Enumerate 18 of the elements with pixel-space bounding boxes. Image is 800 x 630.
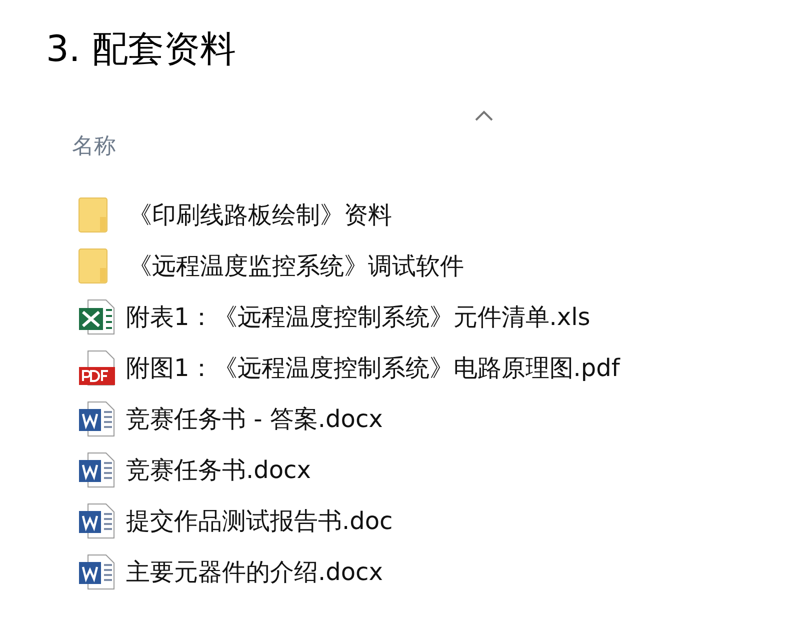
word-document-icon: [78, 452, 116, 488]
file-name[interactable]: 竞赛任务书 - 答案.docx: [126, 403, 383, 435]
word-document-icon: [78, 401, 116, 437]
file-name[interactable]: 主要元器件的介绍.docx: [126, 556, 383, 588]
word-document-icon: [78, 554, 116, 590]
pdf-file-icon: [78, 350, 116, 386]
file-name[interactable]: 《远程温度监控系统》调试软件: [128, 250, 464, 282]
word-document-icon: [78, 503, 116, 539]
file-name[interactable]: 《印刷线路板绘制》资料: [128, 199, 392, 231]
spreadsheet-file-icon: [78, 299, 116, 335]
file-name[interactable]: 竞赛任务书.docx: [126, 454, 311, 486]
file-name[interactable]: 提交作品测试报告书.doc: [126, 505, 393, 537]
file-name[interactable]: 附表1：《远程温度控制系统》元件清单.xls: [126, 301, 590, 333]
file-name[interactable]: 附图1：《远程温度控制系统》电路原理图.pdf: [126, 352, 620, 384]
folder-icon: [78, 248, 108, 284]
folder-icon: [78, 197, 108, 233]
name-column-header[interactable]: 名称: [72, 134, 116, 159]
section-heading: 3. 配套资料: [46, 28, 237, 72]
